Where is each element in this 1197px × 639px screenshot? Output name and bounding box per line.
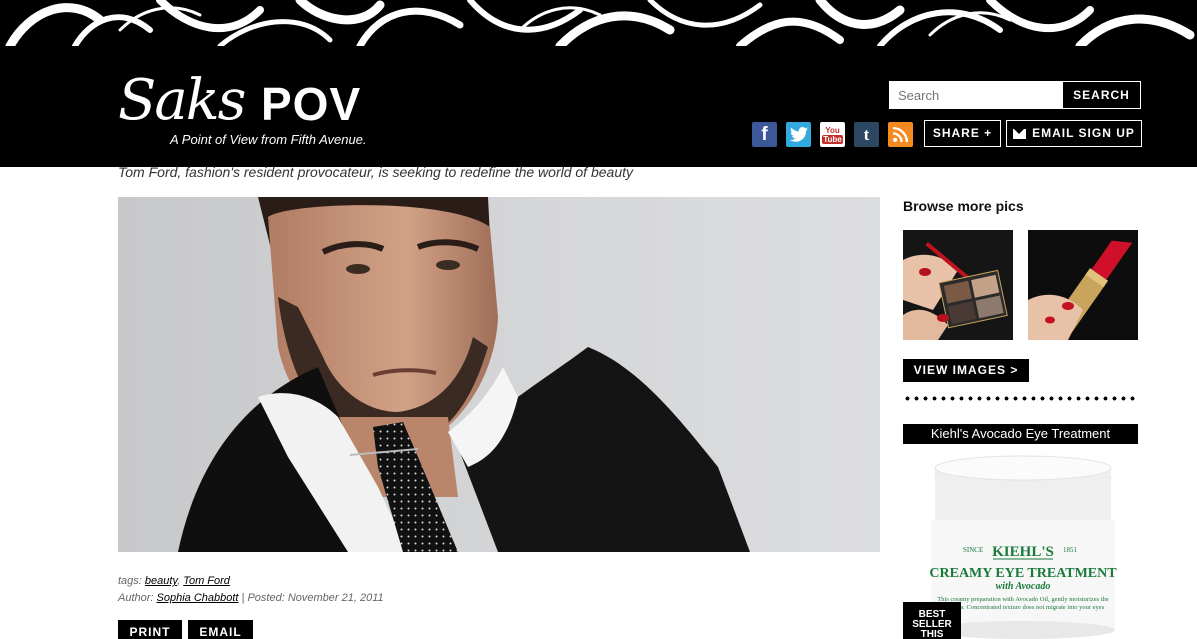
tag-link-tom-ford[interactable]: Tom Ford [183, 575, 230, 587]
product-title-bar[interactable]: Kiehl's Avocado Eye Treatment [903, 424, 1138, 444]
hero-image [118, 197, 880, 552]
product-name: CREAMY EYE TREATMENT [929, 566, 1117, 581]
thumbnail-eyeshadow[interactable] [903, 230, 1013, 340]
search-input[interactable] [889, 81, 1062, 109]
tumblr-glyph: t [863, 124, 870, 144]
product-brand: KIEHL'S [992, 544, 1054, 560]
envelope-icon [1013, 128, 1027, 139]
youtube-tube: Tube [822, 134, 843, 144]
site-header: Saks POV A Point of View from Fifth Aven… [0, 46, 1197, 167]
best-seller-line-3: THIS [920, 629, 944, 639]
best-seller-badge: BEST SELLER THIS [903, 602, 961, 639]
thumbnail-lipstick[interactable] [1028, 230, 1138, 340]
dotted-divider [903, 396, 1138, 401]
facebook-glyph: f [761, 123, 768, 145]
rss-icon[interactable] [888, 122, 913, 147]
facebook-icon[interactable]: f [752, 122, 777, 147]
search-button[interactable]: SEARCH [1062, 81, 1141, 109]
article-tags: tags: beauty, Tom Ford [118, 575, 230, 587]
author-link[interactable]: Sophia Chabbott [157, 592, 239, 604]
browse-more-pics-heading: Browse more pics [903, 198, 1024, 214]
youtube-icon[interactable]: You Tube [820, 122, 845, 147]
twitter-icon[interactable] [786, 122, 811, 147]
product-desc-1: This creamy preparation with Avocado Oil… [937, 596, 1109, 603]
product-since: SINCE [963, 546, 983, 554]
tags-label: tags: [118, 575, 142, 587]
view-images-button[interactable]: VIEW IMAGES > [903, 359, 1029, 382]
email-signup-label: EMAIL SIGN UP [1032, 126, 1135, 140]
share-button[interactable]: SHARE + [924, 120, 1001, 147]
product-year: 1851 [1063, 546, 1078, 554]
header-pattern-band [0, 0, 1197, 46]
email-article-button[interactable]: EMAIL [188, 620, 253, 639]
product-sub: with Avocado [996, 581, 1051, 592]
article-caption: Tom Ford, fashion's resident provocateur… [118, 164, 633, 180]
article-byline: Author: Sophia Chabbott | Posted: Novemb… [118, 592, 384, 604]
tumblr-icon[interactable]: t [854, 122, 879, 147]
logo-tagline: A Point of View from Fifth Avenue. [170, 132, 367, 147]
tag-link-beauty[interactable]: beauty [145, 575, 177, 587]
posted-date: | Posted: November 21, 2011 [241, 592, 384, 604]
author-label: Author: [118, 592, 154, 604]
email-signup-button[interactable]: EMAIL SIGN UP [1006, 120, 1142, 147]
youtube-you: You [825, 125, 840, 135]
logo-script: Saks [118, 68, 246, 133]
logo-pov: POV [261, 78, 362, 130]
print-button[interactable]: PRINT [118, 620, 182, 639]
saks-pov-logo[interactable]: Saks POV A Point of View from Fifth Aven… [118, 66, 408, 150]
product-desc-2: eye area. Concentrated texture does not … [942, 604, 1105, 611]
